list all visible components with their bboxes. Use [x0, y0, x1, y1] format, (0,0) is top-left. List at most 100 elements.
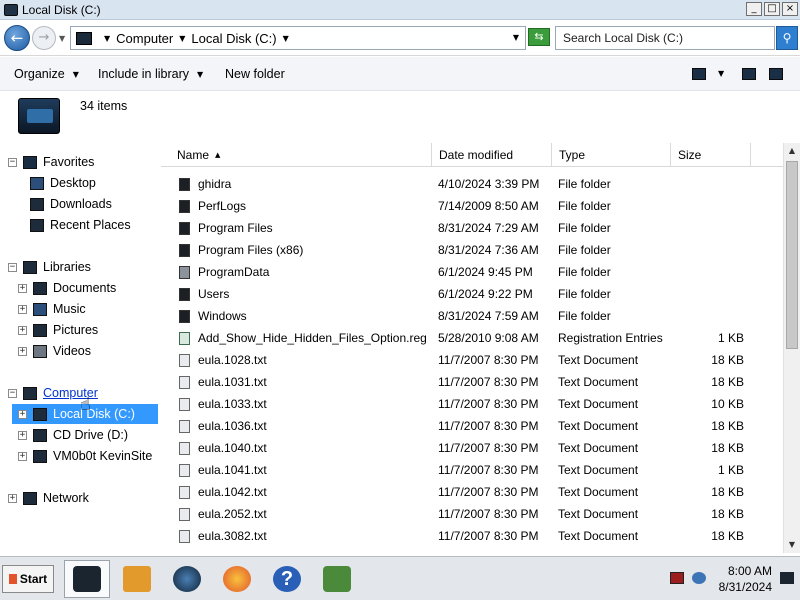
chevron-down-icon[interactable]: ▼ [104, 34, 110, 43]
minimize-button[interactable]: _ [746, 2, 762, 16]
expand-icon[interactable]: + [18, 346, 27, 356]
command-bar: Organize ▼ Include in library ▼ New folder… [0, 57, 800, 91]
preview-pane-icon[interactable] [742, 68, 756, 80]
file-date-modified: 5/28/2010 9:08 AM [438, 331, 539, 345]
windows-logo-icon [8, 574, 17, 584]
start-button[interactable]: Start [2, 565, 54, 593]
file-row[interactable]: eula.3082.txt 11/7/2007 8:30 PM Text Docum… [161, 525, 783, 547]
file-name: eula.1040.txt [198, 441, 267, 455]
nav-videos[interactable]: + Videos [18, 341, 91, 361]
file-type: File folder [558, 243, 611, 257]
expand-icon[interactable]: + [18, 409, 27, 419]
expand-icon[interactable]: + [18, 283, 27, 293]
address-history-dropdown[interactable]: ▼ [513, 33, 519, 42]
close-button[interactable]: × [782, 2, 798, 16]
file-date-modified: 11/7/2007 8:30 PM [438, 463, 539, 477]
scroll-down-icon[interactable]: ▼ [784, 537, 800, 553]
file-type: File folder [558, 265, 611, 279]
search-icon[interactable]: ⚲ [776, 26, 798, 50]
file-row[interactable]: Add_Show_Hide_Hidden_Files_Option.reg 5/2… [161, 327, 783, 349]
file-row[interactable]: ghidra 4/10/2024 3:39 PM File folder [161, 173, 783, 195]
file-row[interactable]: Program Files 8/31/2024 7:29 AM File folde… [161, 217, 783, 239]
taskbar-app[interactable] [314, 560, 360, 598]
nav-libraries[interactable]: − Libraries [8, 257, 91, 277]
file-date-modified: 11/7/2007 8:30 PM [438, 485, 539, 499]
column-header-name[interactable]: Name ▲ [170, 143, 432, 167]
expand-icon[interactable]: + [18, 325, 27, 335]
maximize-button[interactable]: □ [764, 2, 780, 16]
file-row[interactable]: eula.2052.txt 11/7/2007 8:30 PM Text Docum… [161, 503, 783, 525]
file-row[interactable]: Windows 8/31/2024 7:59 AM File folder [161, 305, 783, 327]
column-header-date-modified[interactable]: Date modified [432, 143, 552, 167]
network-status-icon[interactable] [780, 572, 794, 584]
nav-downloads[interactable]: Downloads [30, 194, 112, 214]
file-row[interactable]: eula.1040.txt 11/7/2007 8:30 PM Text Docum… [161, 437, 783, 459]
vertical-scrollbar[interactable]: ▲ ▼ [783, 143, 800, 553]
volume-icon[interactable] [692, 572, 706, 584]
system-tray: 8:00 AM 8/31/2024 [660, 557, 800, 600]
expand-icon[interactable]: + [18, 304, 27, 314]
forward-button[interactable]: → [32, 26, 56, 50]
refresh-button[interactable]: ⇆ [528, 28, 550, 46]
taskbar-browser[interactable] [164, 560, 210, 598]
breadcrumb-computer[interactable]: Computer [116, 31, 173, 46]
nav-music[interactable]: + Music [18, 299, 86, 319]
collapse-icon[interactable]: − [8, 262, 17, 272]
scrollbar-thumb[interactable] [786, 161, 798, 349]
nav-network[interactable]: + Network [8, 488, 89, 508]
organize-menu[interactable]: Organize ▼ [14, 67, 79, 81]
file-row[interactable]: PerfLogs 7/14/2009 8:50 AM File folder [161, 195, 783, 217]
taskbar-help[interactable]: ? [264, 560, 310, 598]
taskbar-media-player[interactable] [114, 560, 160, 598]
file-date-modified: 8/31/2024 7:29 AM [438, 221, 539, 235]
navigation-pane: − Favorites Desktop Downloads Recent Pla… [0, 143, 158, 553]
taskbar-file-explorer[interactable] [64, 560, 110, 598]
file-row[interactable]: eula.1031.txt 11/7/2007 8:30 PM Text Docum… [161, 371, 783, 393]
file-row[interactable]: Program Files (x86) 8/31/2024 7:36 AM File… [161, 239, 783, 261]
collapse-icon[interactable]: − [8, 157, 17, 167]
file-row[interactable]: eula.1036.txt 11/7/2007 8:30 PM Text Docum… [161, 415, 783, 437]
file-size: 18 KB [711, 485, 744, 499]
nav-favorites[interactable]: − Favorites [8, 152, 94, 172]
file-name: Program Files (x86) [198, 243, 304, 257]
registry-file-icon [179, 332, 190, 345]
file-date-modified: 4/10/2024 3:39 PM [438, 177, 540, 191]
nav-pictures[interactable]: + Pictures [18, 320, 98, 340]
expand-icon[interactable]: + [8, 493, 17, 503]
file-row[interactable]: eula.1033.txt 11/7/2007 8:30 PM Text Docum… [161, 393, 783, 415]
view-options-dropdown[interactable]: ▼ [718, 69, 724, 78]
file-row[interactable]: Users 6/1/2024 9:22 PM File folder [161, 283, 783, 305]
scroll-up-icon[interactable]: ▲ [784, 143, 800, 159]
expand-icon[interactable]: + [18, 451, 27, 461]
back-button[interactable]: ← [4, 25, 30, 51]
security-icon[interactable] [670, 572, 684, 584]
breadcrumb-local-disk[interactable]: Local Disk (C:) [191, 31, 276, 46]
computer-icon [76, 31, 92, 45]
taskbar-firefox[interactable] [214, 560, 260, 598]
recent-pages-dropdown[interactable]: ▼ [59, 34, 65, 43]
column-header-size[interactable]: Size [671, 143, 751, 167]
search-input[interactable]: Search Local Disk (C:) [555, 26, 775, 50]
videos-icon [33, 344, 47, 358]
nav-documents[interactable]: + Documents [18, 278, 116, 298]
address-bar[interactable]: ▼ Computer ▼ Local Disk (C:) ▼ ▼ [70, 26, 526, 50]
nav-desktop[interactable]: Desktop [30, 173, 96, 193]
chevron-down-icon[interactable]: ▼ [179, 34, 185, 43]
file-row[interactable]: eula.1042.txt 11/7/2007 8:30 PM Text Docum… [161, 481, 783, 503]
include-in-library-menu[interactable]: Include in library ▼ [98, 67, 203, 81]
file-row[interactable]: ProgramData 6/1/2024 9:45 PM File folder [161, 261, 783, 283]
column-header-type[interactable]: Type [552, 143, 671, 167]
file-type: Text Document [558, 441, 639, 455]
chevron-down-icon[interactable]: ▼ [283, 34, 289, 43]
file-row[interactable]: eula.1028.txt 11/7/2007 8:30 PM Text Docum… [161, 349, 783, 371]
nav-network-share[interactable]: + VM0b0t KevinSite [18, 446, 152, 466]
expand-icon[interactable]: + [18, 430, 27, 440]
new-folder-button[interactable]: New folder [225, 67, 285, 81]
clock[interactable]: 8:00 AM 8/31/2024 [719, 563, 772, 595]
file-row[interactable]: eula.1041.txt 11/7/2007 8:30 PM Text Docum… [161, 459, 783, 481]
nav-cd-drive[interactable]: + CD Drive (D:) [18, 425, 128, 445]
change-view-icon[interactable] [692, 68, 706, 80]
nav-recent-places[interactable]: Recent Places [30, 215, 131, 235]
collapse-icon[interactable]: − [8, 388, 17, 398]
help-icon[interactable] [769, 68, 783, 80]
